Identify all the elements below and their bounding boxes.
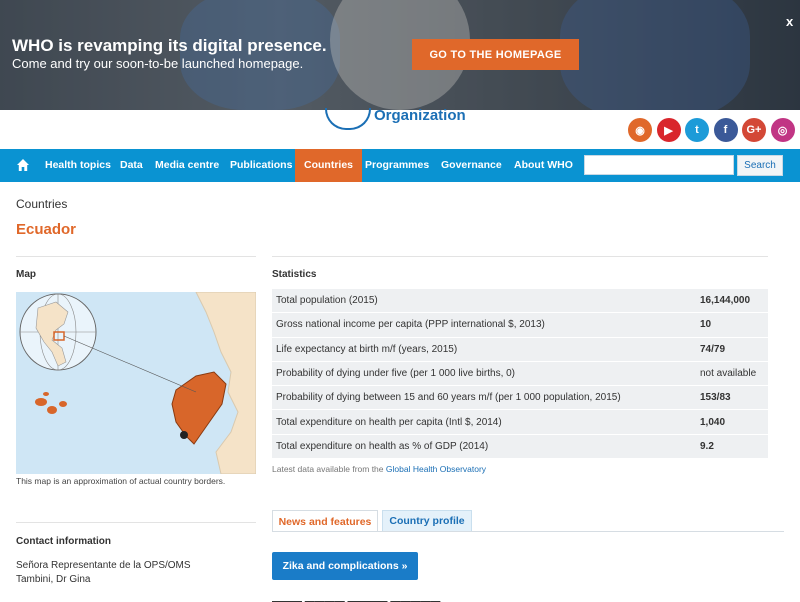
stat-value: not available (696, 361, 768, 387)
table-row: Total population (2015) 16,144,000 (272, 289, 768, 314)
contact-heading: Contact information (16, 536, 111, 547)
logo-text[interactable]: Organization (374, 107, 466, 124)
truncated-text: ▬▬▬ ▬▬▬▬ ▬▬▬▬ ▬▬▬▬▬ ▬▬▬▬▬▬ (272, 596, 441, 602)
nav-item-governance[interactable]: Governance (441, 149, 502, 182)
nav-item-publications[interactable]: Publications (230, 149, 292, 182)
home-icon[interactable] (16, 158, 30, 172)
main-nav: Health topics Data Media centre Publicat… (0, 149, 800, 182)
table-row: Gross national income per capita (PPP in… (272, 312, 768, 338)
divider (16, 522, 256, 523)
data-source-note: Latest data available from the Global He… (272, 464, 486, 474)
stat-label: Total population (2015) (272, 289, 696, 314)
contact-line: Tambini, Dr Gina (16, 574, 91, 585)
country-map[interactable] (16, 292, 256, 474)
nav-item-media-centre[interactable]: Media centre (155, 149, 219, 182)
stat-value: 10 (696, 312, 768, 338)
table-row: Life expectancy at birth m/f (years, 201… (272, 337, 768, 362)
twitter-icon[interactable]: t (685, 118, 709, 142)
stat-label: Life expectancy at birth m/f (years, 201… (272, 337, 696, 362)
map-caption: This map is an approximation of actual c… (16, 476, 226, 486)
who-emblem-icon[interactable] (325, 108, 371, 130)
stat-value: 9.2 (696, 434, 768, 460)
statistics-heading: Statistics (272, 269, 317, 280)
table-row: Total expenditure on health as % of GDP … (272, 434, 768, 460)
global-health-observatory-link[interactable]: Global Health Observatory (386, 464, 486, 474)
stat-label: Total expenditure on health per capita (… (272, 409, 696, 435)
stat-value: 153/83 (696, 385, 768, 411)
facebook-icon[interactable]: f (713, 118, 738, 142)
rss-icon[interactable]: ◉ (628, 118, 652, 142)
promo-banner: WHO is revamping its digital presence. C… (0, 0, 800, 110)
googleplus-icon[interactable]: G+ (742, 118, 766, 142)
nav-item-health-topics[interactable]: Health topics (45, 149, 111, 182)
banner-subtitle: Come and try our soon-to-be launched hom… (12, 56, 304, 71)
tab-country-profile[interactable]: Country profile (382, 510, 472, 532)
go-to-homepage-button[interactable]: GO TO THE HOMEPAGE (412, 39, 579, 70)
stat-label: Total expenditure on health as % of GDP … (272, 434, 696, 460)
close-banner-button[interactable]: x (786, 14, 793, 29)
stat-value: 74/79 (696, 337, 768, 362)
tab-divider (272, 531, 784, 532)
table-row: Probability of dying between 15 and 60 y… (272, 385, 768, 411)
stat-label: Probability of dying between 15 and 60 y… (272, 385, 696, 411)
nav-item-programmes[interactable]: Programmes (365, 149, 429, 182)
tab-news-and-features[interactable]: News and features (272, 510, 378, 532)
divider (272, 256, 768, 257)
map-drawing (19, 292, 256, 474)
stat-value: 16,144,000 (696, 289, 768, 314)
nav-item-data[interactable]: Data (120, 149, 143, 182)
zika-feature-button[interactable]: Zika and complications » (272, 552, 418, 580)
contact-line: Señora Representante de la OPS/OMS (16, 560, 191, 571)
statistics-table: Total population (2015) 16,144,000 Gross … (272, 289, 768, 460)
page-title: Ecuador (16, 221, 77, 238)
banner-title: WHO is revamping its digital presence. (12, 36, 327, 55)
stat-value: 1,040 (696, 409, 768, 435)
divider (16, 256, 256, 257)
instagram-icon[interactable]: ◎ (770, 118, 795, 142)
map-heading: Map (16, 269, 36, 280)
search-input[interactable] (584, 155, 734, 175)
stat-label: Probability of dying under five (per 1 0… (272, 361, 696, 387)
youtube-icon[interactable]: ▶ (656, 118, 681, 142)
nav-item-countries[interactable]: Countries (295, 149, 363, 182)
banner-photo-figure (560, 0, 750, 110)
table-row: Probability of dying under five (per 1 0… (272, 361, 768, 387)
stat-label: Gross national income per capita (PPP in… (272, 312, 696, 338)
breadcrumb[interactable]: Countries (16, 197, 67, 211)
data-source-prefix: Latest data available from the (272, 464, 384, 474)
table-row: Total expenditure on health per capita (… (272, 409, 768, 435)
search-button[interactable]: Search (737, 155, 783, 176)
nav-item-about-who[interactable]: About WHO (514, 149, 573, 182)
